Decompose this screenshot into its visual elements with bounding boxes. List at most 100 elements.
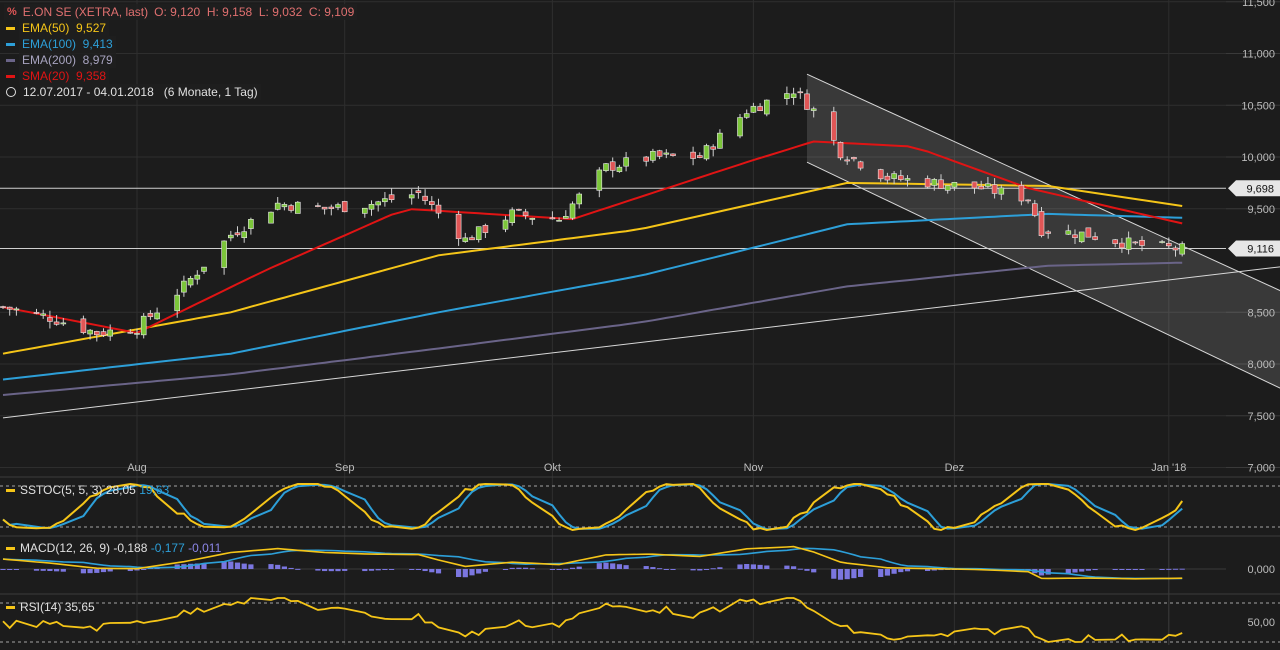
- macd-histogram-bar: [415, 569, 421, 570]
- candle-up: [891, 173, 897, 179]
- indicator-row: EMA(200) 8,979: [4, 52, 357, 68]
- macd-histogram-bar: [884, 569, 890, 576]
- candle-down: [991, 184, 998, 194]
- macd-histogram-bar: [891, 569, 897, 574]
- macd-histogram-bar: [1112, 569, 1118, 570]
- candle-up: [1159, 241, 1165, 243]
- candle-up: [951, 181, 958, 188]
- candle-up: [623, 157, 629, 167]
- macd-histogram-bar: [616, 564, 622, 569]
- candle-up: [931, 179, 938, 186]
- candle-down: [234, 232, 241, 236]
- macd-histogram-bar: [281, 566, 287, 569]
- candle-up: [737, 117, 743, 137]
- candle-up: [529, 217, 536, 220]
- logo-icon: %: [4, 4, 20, 20]
- candle-up: [717, 132, 723, 149]
- indicator-label: EMA(100) 9,413: [19, 36, 116, 52]
- sstoc-value-2: 19,63: [139, 483, 170, 497]
- candle-up: [556, 219, 562, 222]
- candle-up: [248, 219, 254, 229]
- macd-histogram-bar: [697, 569, 703, 571]
- candle-up: [616, 166, 623, 172]
- candle-down: [0, 306, 6, 308]
- macd-label: MACD(12, 26, 9): [20, 541, 111, 555]
- sstoc-label: SSTOC(5, 5, 3): [20, 483, 103, 497]
- candle-down: [127, 331, 134, 334]
- macd-histogram-bar: [241, 563, 247, 569]
- candle-up: [40, 313, 47, 316]
- candle-down: [1166, 242, 1172, 247]
- macd-histogram-bar: [898, 569, 904, 573]
- candle-up: [569, 203, 576, 219]
- macd-histogram-bar: [657, 568, 663, 570]
- macd-histogram-bar: [563, 568, 569, 570]
- legend-title-row: % E.ON SE (XETRA, last) O: 9,120 H: 9,15…: [4, 4, 358, 20]
- macd-y-tick: 0,000: [1247, 564, 1275, 576]
- macd-histogram-bar: [791, 566, 797, 569]
- macd-histogram-bar: [757, 564, 763, 569]
- candle-up: [194, 274, 201, 280]
- candle-down: [80, 318, 87, 333]
- candle-down: [94, 331, 100, 336]
- x-tick-label: Jan '18: [1151, 462, 1186, 474]
- candle-down: [1025, 199, 1031, 202]
- macd-histogram-bar: [33, 569, 40, 571]
- candle-up: [1179, 243, 1185, 255]
- trend-channel: [0, 73, 1280, 419]
- candle-up: [703, 145, 710, 160]
- candle-down: [851, 157, 857, 160]
- candle-up: [790, 93, 797, 98]
- y-tick-label: 11,500: [1242, 0, 1275, 9]
- y-tick-label: 9,500: [1247, 204, 1275, 216]
- macd-histogram-bar: [422, 569, 428, 572]
- macd-histogram-bar: [610, 563, 616, 569]
- candle-up: [140, 315, 147, 336]
- candle-up: [268, 211, 274, 224]
- instrument-title: E.ON SE (XETRA, last): [19, 4, 152, 20]
- macd-histogram-bar: [1179, 568, 1185, 570]
- macd-histogram-bar: [690, 569, 696, 571]
- macd-histogram-bar: [556, 569, 562, 570]
- indicator-row: EMA(100) 9,413: [4, 36, 357, 52]
- candle-up: [502, 219, 509, 230]
- candle-down: [388, 194, 395, 200]
- candle-down: [844, 159, 851, 162]
- candle-up: [985, 183, 991, 187]
- macd-histogram-bar: [643, 566, 649, 569]
- candle-down: [428, 201, 435, 205]
- candle-up: [294, 201, 301, 214]
- x-tick-label: Okt: [544, 462, 561, 474]
- macd-histogram-bar: [60, 569, 66, 572]
- macd-histogram-bar: [1139, 569, 1145, 570]
- macd-histogram-bar: [1159, 569, 1165, 570]
- chart-stage[interactable]: 12,00011,50011,00010,50010,0009,5008,500…: [0, 0, 1280, 645]
- sstoc-main-line: [2, 482, 1184, 532]
- indicator-swatch: [6, 58, 15, 62]
- trend-channel-fill: [807, 74, 1280, 389]
- indicator-label: SMA(20) 9,358: [19, 68, 110, 84]
- candle-up: [944, 185, 951, 191]
- y-tick-label: 10,500: [1241, 100, 1275, 112]
- macd-histogram-bar: [47, 569, 53, 572]
- macd-histogram-bar: [435, 569, 442, 574]
- macd-histogram-bar: [744, 564, 750, 569]
- candle-up: [228, 234, 234, 239]
- candle-up: [810, 108, 817, 111]
- candle-down: [877, 169, 884, 180]
- macd-histogram-bar: [1166, 568, 1172, 570]
- candle-up: [562, 216, 569, 219]
- indicator-row: SMA(20) 9,358: [4, 68, 357, 84]
- macd-histogram-bar: [516, 567, 522, 569]
- macd-histogram-bar: [80, 569, 86, 574]
- rsi-swatch: [6, 605, 15, 609]
- y-tick-label: 7,000: [1247, 463, 1275, 475]
- candle-down: [516, 208, 522, 211]
- price-label-text: 9,116: [1247, 243, 1274, 255]
- macd-histogram-bar: [0, 569, 6, 570]
- candle-down: [469, 237, 475, 241]
- macd-histogram-bar: [362, 569, 368, 572]
- macd-histogram-bar: [1172, 568, 1179, 570]
- indicator-legend: EMA(50) 9,527 EMA(100) 9,413 EMA(200) 8,97…: [4, 20, 357, 84]
- candle-up: [335, 204, 341, 208]
